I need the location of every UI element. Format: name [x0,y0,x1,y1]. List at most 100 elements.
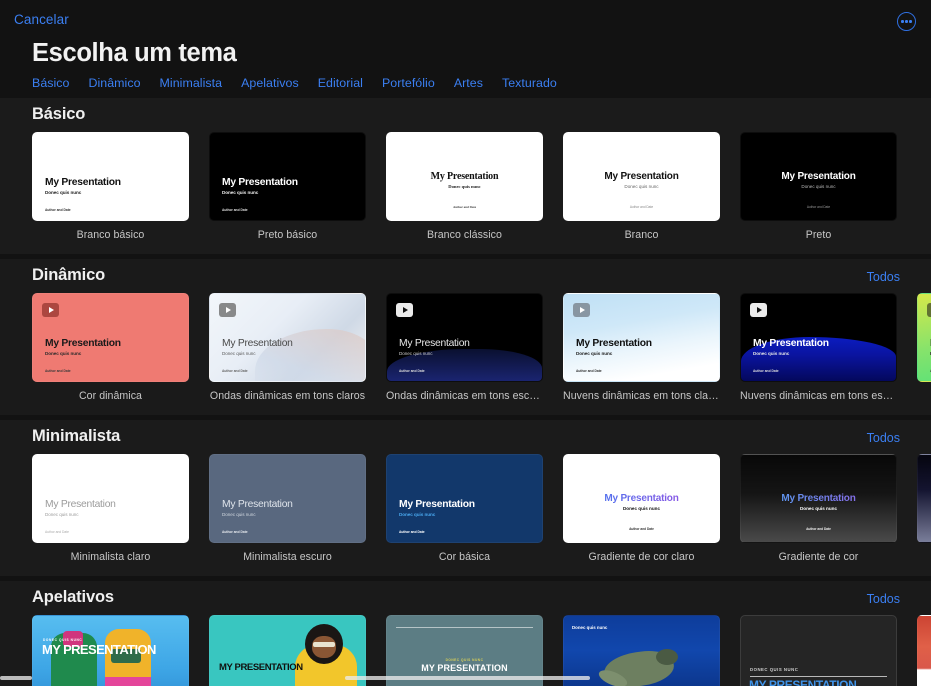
slide-preview: My Presentation Donec quis nunc Author a… [741,294,896,381]
section-title: Apelativos [32,588,114,607]
ellipsis-dots [901,20,911,22]
see-all-button[interactable]: Todos [867,592,900,606]
themes-scroll-area[interactable]: Básico My Presentation Donec quis nunc A… [0,98,931,686]
theme-card[interactable]: My Presentation Donec quis nunc Author a… [740,454,897,563]
slide-title: MY PRESENTATION [219,663,303,673]
category-link-minimalista[interactable]: Minimalista [160,76,223,90]
slide-subtitle: Donec quis nunc [399,351,432,356]
theme-card[interactable]: My Presentation Donec quis nunc Author a… [740,132,897,241]
slide-author: Author and Date [45,369,71,373]
cancel-button[interactable]: Cancelar [14,12,69,27]
theme-card[interactable]: My Presentation Donec quis nunc Author a… [740,293,897,402]
theme-thumbnail[interactable]: My Presentation Donec quis nunc Author a… [32,293,189,382]
theme-row-basico[interactable]: My Presentation Donec quis nunc Author a… [0,132,931,254]
theme-card[interactable]: My Presentation Donec quis nunc Author a… [209,132,366,241]
theme-card[interactable]: My Presentation Donec quis nunc Author a… [563,454,720,563]
slide-title: My Presentation [222,177,298,188]
slide-title: My Presentation [576,338,652,349]
theme-label: Nuvens dinâmicas em tons claros [563,390,720,402]
slide-subtitle: Donec quis nunc [564,184,719,189]
theme-card[interactable]: My Presentation Donec quis nunc Author a… [209,454,366,563]
category-link-dinamico[interactable]: Dinâmico [89,76,141,90]
theme-label: Nuvens dinâmicas em tons escuros [740,390,897,402]
theme-thumbnail[interactable]: My Presentation Donec quis nunc Author a… [386,293,543,382]
theme-card[interactable]: DONEC QUIS NUNC MY PRESENTATION Donec qu… [32,615,189,686]
theme-row-dinamico[interactable]: My Presentation Donec quis nunc Author a… [0,293,931,415]
slide-title: My Presentation [222,499,293,510]
slide-subtitle: Donec quis nunc [741,184,896,189]
theme-chooser-window: Cancelar Escolha um tema Básico Dinâmico… [0,0,931,686]
section-title: Dinâmico [32,266,105,285]
theme-thumbnail[interactable]: My Presentation Donec quis nunc Author a… [209,454,366,543]
theme-label: Preto [740,229,897,241]
theme-thumbnail[interactable]: My Presentation Donec quis nunc Author a… [32,454,189,543]
theme-label: Minimalista claro [32,551,189,563]
theme-card[interactable]: My Presentation Donec quis nunc Author a… [32,132,189,241]
section-title: Básico [32,105,85,124]
theme-card[interactable]: My Presentation Donec quis nunc Author a… [209,293,366,402]
slide-preview: My Presentation Donec quis nunc Author a… [33,133,188,220]
theme-thumbnail[interactable] [917,615,931,686]
category-link-editorial[interactable]: Editorial [318,76,363,90]
theme-thumbnail[interactable]: My Presentation Donec quis nunc Author a… [386,132,543,221]
horizontal-scrollbar-thumb-left[interactable] [0,676,32,680]
theme-thumbnail[interactable]: My Presentation Donec quis nunc Author a… [209,132,366,221]
category-link-artes[interactable]: Artes [454,76,483,90]
theme-thumbnail[interactable]: My Presentation Donec quis nunc Author a… [917,293,931,382]
theme-thumbnail[interactable]: My Presentation Donec quis nunc Author a… [563,132,720,221]
slide-author: Author and Date [387,205,542,209]
theme-card[interactable] [917,454,931,563]
theme-label: Cor dinâmica [32,390,189,402]
theme-card[interactable]: My Presentation Donec quis nunc Author a… [386,454,543,563]
slide-preview: My Presentation Donec quis nunc Author a… [387,455,542,542]
theme-card[interactable]: My Presentation Donec quis nunc Author a… [917,293,931,402]
theme-thumbnail[interactable]: My Presentation Donec quis nunc Author a… [386,454,543,543]
horizontal-scrollbar[interactable] [345,676,590,680]
slide-title: My Presentation [741,493,896,504]
theme-label: Gradiente de cor claro [563,551,720,563]
theme-thumbnail[interactable] [917,454,931,543]
theme-card[interactable]: My Presentation Donec quis nunc Author a… [563,132,720,241]
see-all-button[interactable]: Todos [867,270,900,284]
theme-thumbnail[interactable]: My Presentation Donec quis nunc Author a… [740,132,897,221]
slide-subtitle: DONEC QUIS NUNC [387,658,542,662]
theme-thumbnail[interactable]: My Presentation Donec quis nunc Author a… [563,293,720,382]
slide-preview: My Presentation Donec quis nunc Author a… [564,133,719,220]
slide-preview: My Presentation Donec quis nunc Author a… [918,294,931,381]
theme-thumbnail[interactable]: My Presentation Donec quis nunc Author a… [740,293,897,382]
theme-card[interactable]: My Presentation Donec quis nunc Author a… [386,293,543,402]
theme-thumbnail[interactable]: My Presentation Donec quis nunc Author a… [32,132,189,221]
slide-preview: My Presentation Donec quis nunc Author a… [210,294,365,381]
theme-thumbnail[interactable]: My Presentation Donec quis nunc Author a… [209,293,366,382]
theme-thumbnail[interactable]: DONEC QUIS NUNC MY PRESENTATION Donec qu… [32,615,189,686]
theme-card[interactable]: My Presentation Donec quis nunc Author a… [386,132,543,241]
slide-author: Author and Date [222,208,248,212]
theme-card[interactable]: MY PRESENTATION DONEC QUIS NUNC [209,615,366,686]
theme-thumbnail[interactable]: DONEC QUIS NUNC MY PRESENTATION [740,615,897,686]
theme-label: Minimalista escuro [209,551,366,563]
theme-thumbnail[interactable]: My Presentation Donec quis nunc Author a… [740,454,897,543]
category-link-apelativos[interactable]: Apelativos [241,76,299,90]
slide-title: My Presentation [399,338,470,349]
theme-card[interactable]: My Presentation Donec quis nunc Author a… [32,454,189,563]
theme-card[interactable]: My Presentation Donec quis nunc Author a… [563,293,720,402]
category-link-basico[interactable]: Básico [32,76,70,90]
theme-thumbnail[interactable]: MY PRESENTATION DONEC QUIS NUNC [209,615,366,686]
slide-subtitle: Donec quis nunc [222,351,255,356]
section-apelativos: Apelativos Todos DONEC QUIS [0,581,931,686]
slide-preview: My Presentation Donec quis nunc Author a… [210,455,365,542]
see-all-button[interactable]: Todos [867,431,900,445]
theme-card[interactable]: DONEC QUIS NUNC MY PRESENTATION [740,615,897,686]
category-link-texturado[interactable]: Texturado [502,76,557,90]
slide-author: Author and Date [741,527,896,531]
theme-label: Ondas dinâmicas em tons escuros [386,390,543,402]
category-link-portefolio[interactable]: Portefólio [382,76,435,90]
theme-card[interactable]: My Presentation Donec quis nunc Author a… [32,293,189,402]
theme-row-minimalista[interactable]: My Presentation Donec quis nunc Author a… [0,454,931,576]
theme-label: Preto básico [209,229,366,241]
theme-thumbnail[interactable]: My Presentation Donec quis nunc Author a… [563,454,720,543]
theme-row-track: My Presentation Donec quis nunc Author a… [32,132,897,241]
ellipsis-circle-icon[interactable] [897,12,916,31]
slide-preview: My Presentation Donec quis nunc Author a… [33,294,188,381]
theme-card[interactable] [917,615,931,686]
